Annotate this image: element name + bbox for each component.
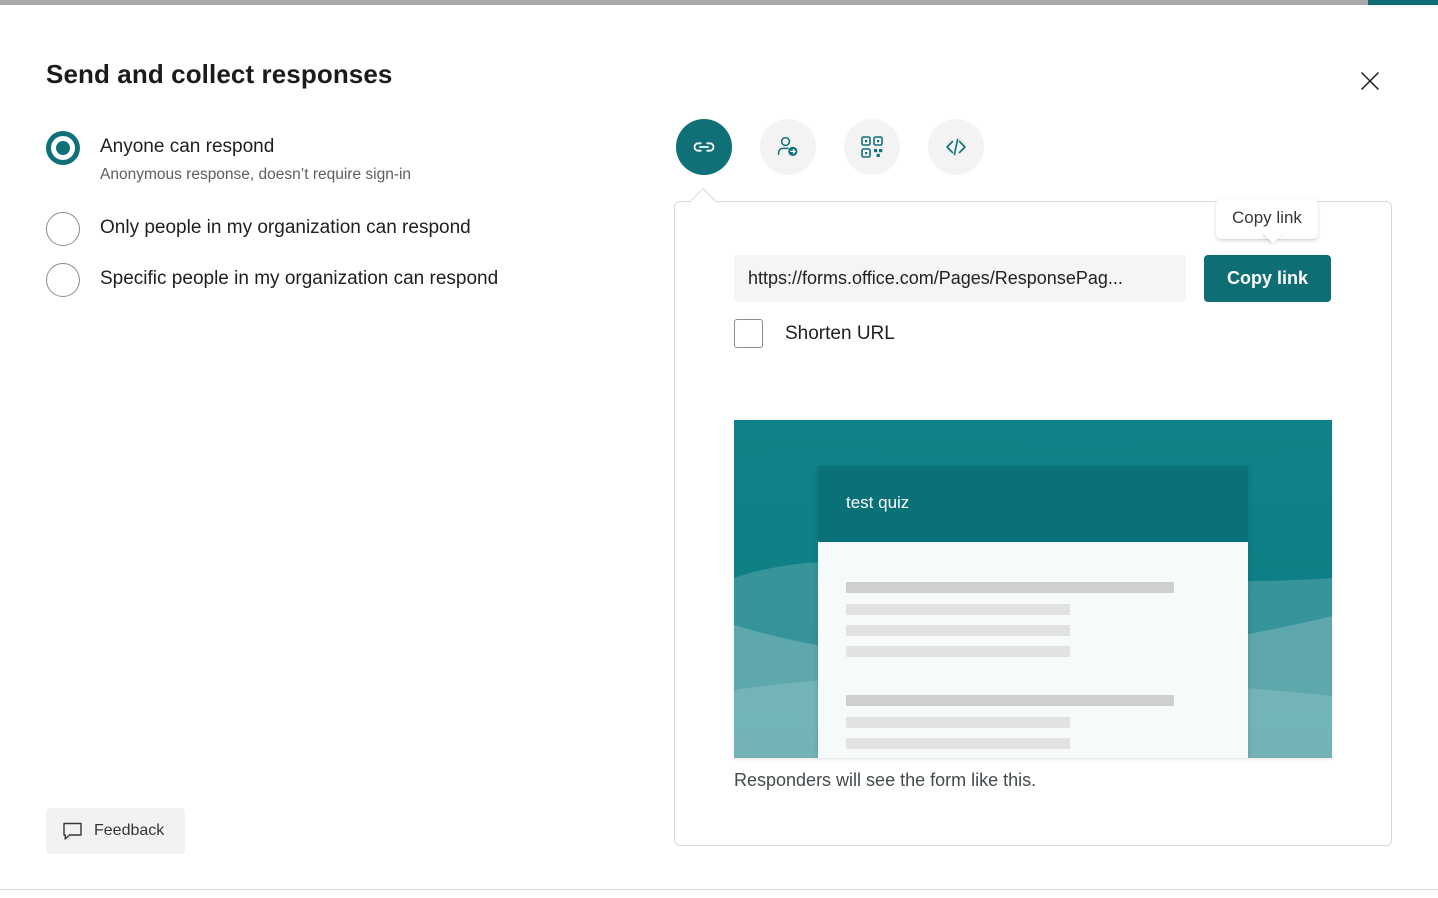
radio-indicator <box>46 263 80 297</box>
radio-indicator <box>46 212 80 246</box>
shorten-url-row[interactable]: Shorten URL <box>734 319 895 348</box>
send-and-collect-responses-dialog: Send and collect responses Anyone can re… <box>0 5 1438 889</box>
skeleton-bar <box>846 582 1174 593</box>
radio-option-anyone-can-respond[interactable]: Anyone can respond Anonymous response, d… <box>46 133 411 184</box>
comment-icon <box>62 821 83 842</box>
radio-option-specific-people-in-my-organization[interactable]: Specific people in my organization can r… <box>46 265 498 297</box>
skeleton-bar <box>846 717 1070 728</box>
skeleton-bar <box>846 695 1174 706</box>
tab-share-qr-code[interactable] <box>844 119 900 175</box>
feedback-label: Feedback <box>94 822 164 840</box>
tab-share-invite-people[interactable] <box>760 119 816 175</box>
radio-indicator-selected <box>46 131 80 165</box>
tab-share-embed-code[interactable] <box>928 119 984 175</box>
radio-label: Only people in my organization can respo… <box>100 217 471 238</box>
skeleton-bar <box>846 604 1070 615</box>
skeleton-bar <box>846 738 1070 749</box>
skeleton-bar <box>846 625 1070 636</box>
code-icon <box>943 134 969 160</box>
radio-option-only-people-in-my-organization[interactable]: Only people in my organization can respo… <box>46 214 471 246</box>
link-icon <box>691 134 717 160</box>
shorten-url-label: Shorten URL <box>785 323 895 345</box>
copy-link-tooltip-tail <box>1262 234 1284 248</box>
tab-share-link[interactable] <box>676 119 732 175</box>
window-bottom-rule <box>0 889 1438 890</box>
person-add-icon <box>775 134 801 160</box>
close-icon <box>1359 70 1381 92</box>
form-preview: test quiz <box>734 420 1332 758</box>
radio-label: Specific people in my organization can r… <box>100 268 498 289</box>
page-title: Send and collect responses <box>46 59 393 90</box>
form-preview-title: test quiz <box>846 493 909 513</box>
form-preview-card: test quiz <box>818 466 1248 758</box>
share-url-input[interactable]: https://forms.office.com/Pages/ResponseP… <box>734 255 1186 302</box>
skeleton-bar <box>846 646 1070 657</box>
copy-link-tooltip: Copy link <box>1216 199 1318 239</box>
close-button[interactable] <box>1349 60 1391 102</box>
feedback-button[interactable]: Feedback <box>46 808 185 854</box>
form-preview-caption: Responders will see the form like this. <box>734 770 1036 791</box>
radio-description: Anonymous response, doesn’t require sign… <box>100 166 411 184</box>
share-panel-notch <box>690 188 718 203</box>
radio-label: Anyone can respond <box>100 136 274 157</box>
qr-code-icon <box>859 134 885 160</box>
copy-link-button[interactable]: Copy link <box>1204 255 1331 302</box>
shorten-url-checkbox[interactable] <box>734 319 763 348</box>
